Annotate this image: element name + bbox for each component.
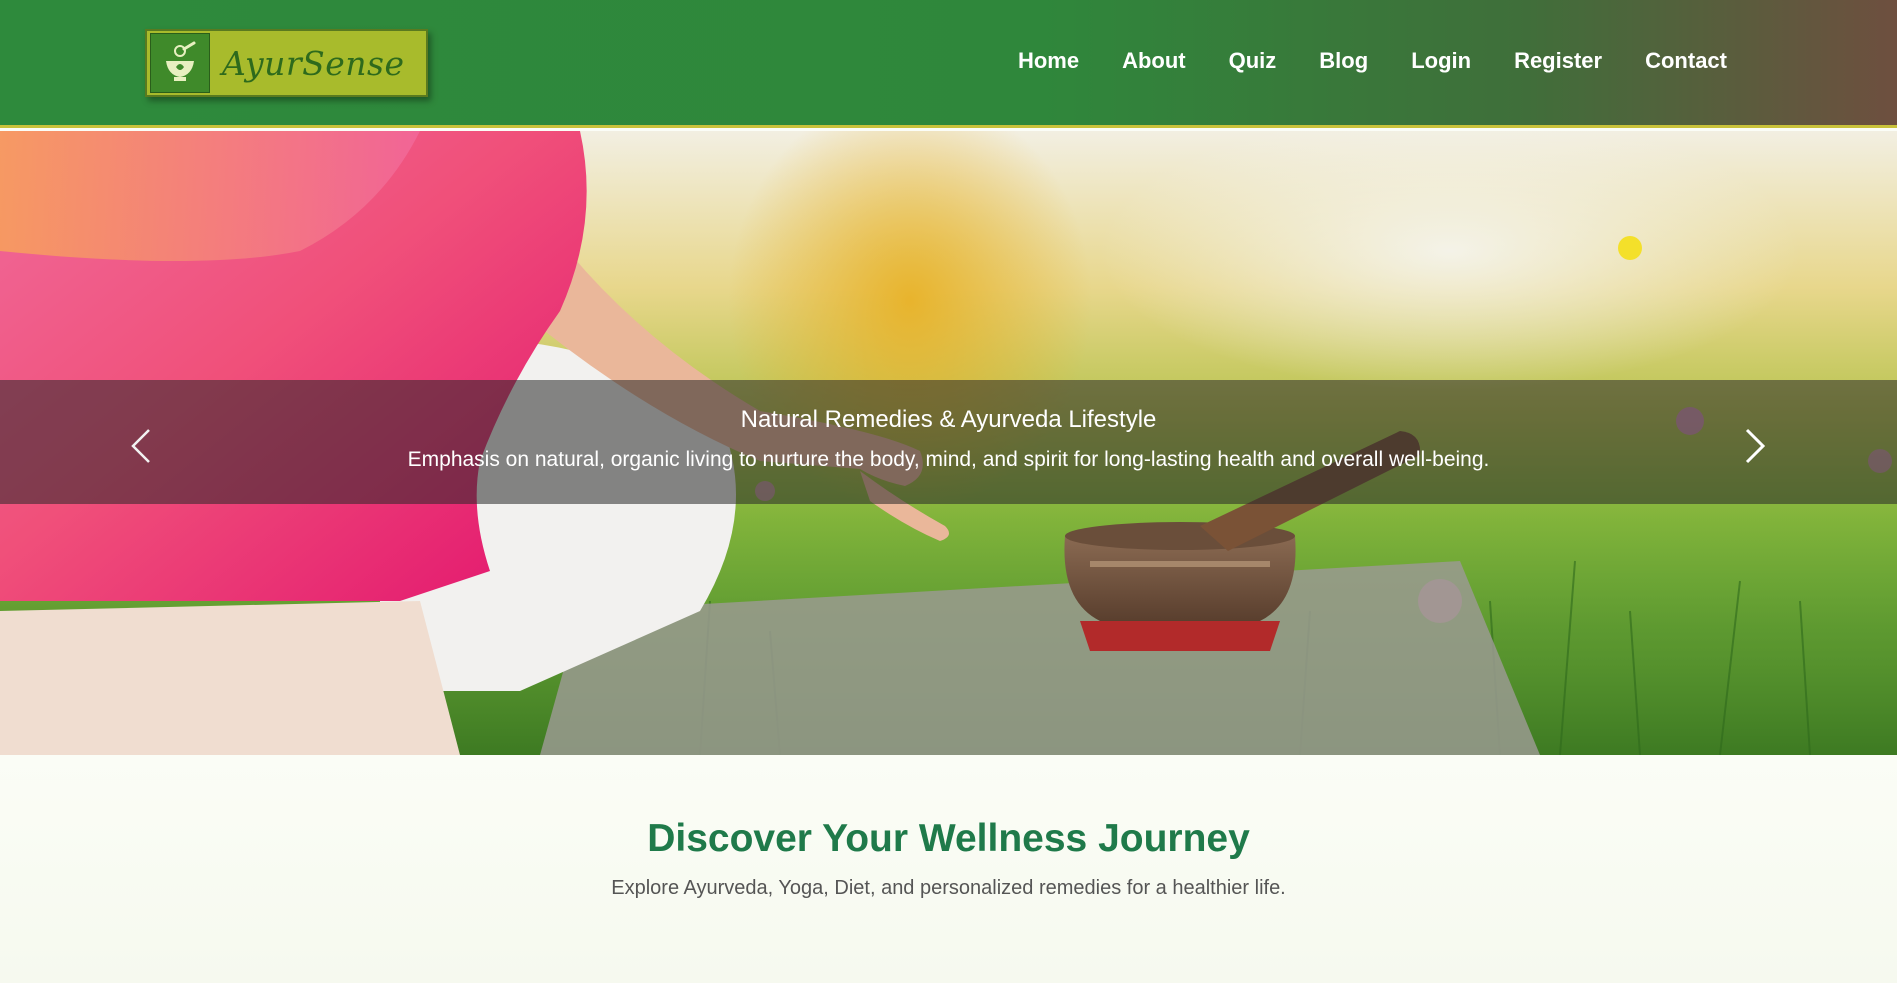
carousel-caption-title: Natural Remedies & Ayurveda Lifestyle (740, 406, 1157, 433)
nav-login[interactable]: Login (1411, 48, 1471, 74)
nav-home[interactable]: Home (1018, 48, 1079, 74)
nav-about[interactable]: About (1122, 48, 1186, 74)
carousel-next-button[interactable] (1735, 421, 1775, 471)
nav-register[interactable]: Register (1514, 48, 1602, 74)
navbar: AyurSense Home About Quiz Blog Login Reg… (0, 0, 1897, 128)
main-nav: Home About Quiz Blog Login Register Cont… (975, 48, 1727, 74)
carousel-caption-text: Emphasis on natural, organic living to n… (407, 448, 1490, 471)
carousel-prev-button[interactable] (121, 421, 161, 471)
wellness-subheading: Explore Ayurveda, Yoga, Diet, and person… (611, 877, 1286, 899)
wellness-section: Discover Your Wellness Journey Explore A… (0, 755, 1897, 983)
nav-contact[interactable]: Contact (1645, 48, 1727, 74)
nav-quiz[interactable]: Quiz (1229, 48, 1277, 74)
brand-logo[interactable]: AyurSense (145, 29, 428, 97)
brand-name: AyurSense (222, 43, 405, 83)
nav-blog[interactable]: Blog (1319, 48, 1368, 74)
hero-carousel: Natural Remedies & Ayurveda Lifestyle Em… (0, 131, 1897, 755)
chevron-left-icon (131, 429, 150, 463)
wellness-heading: Discover Your Wellness Journey (647, 817, 1250, 860)
chevron-right-icon (1745, 428, 1766, 464)
mortar-pestle-icon (150, 33, 210, 93)
carousel-caption-band (0, 380, 1897, 504)
